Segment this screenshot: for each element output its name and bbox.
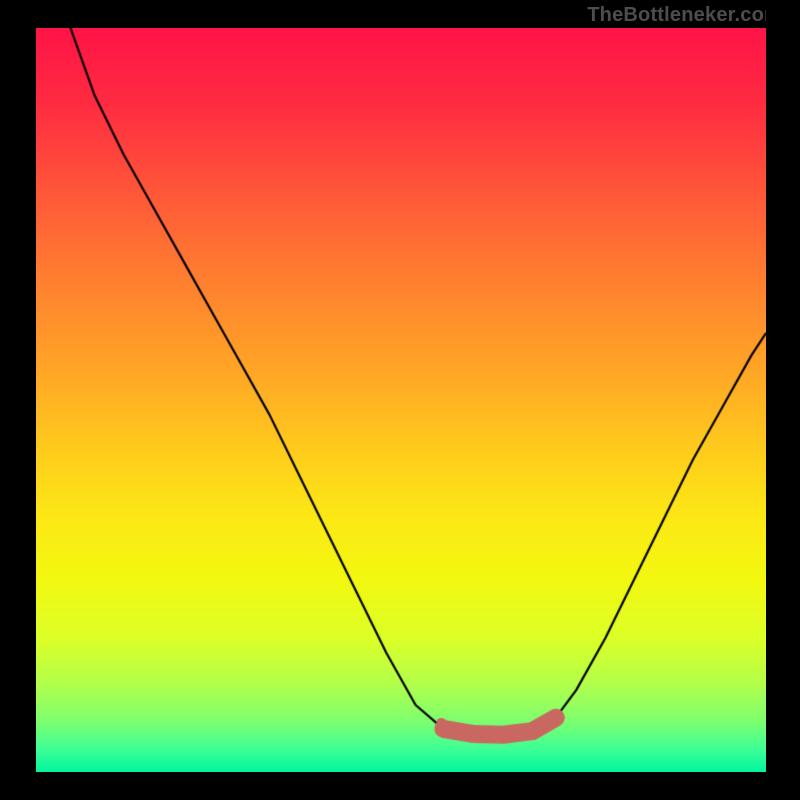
- frame-right: [766, 0, 800, 800]
- frame-bottom: [0, 772, 800, 800]
- watermark-text: TheBottleneker.com: [587, 4, 782, 27]
- frame-left: [0, 0, 36, 800]
- bottleneck-chart: [36, 28, 766, 772]
